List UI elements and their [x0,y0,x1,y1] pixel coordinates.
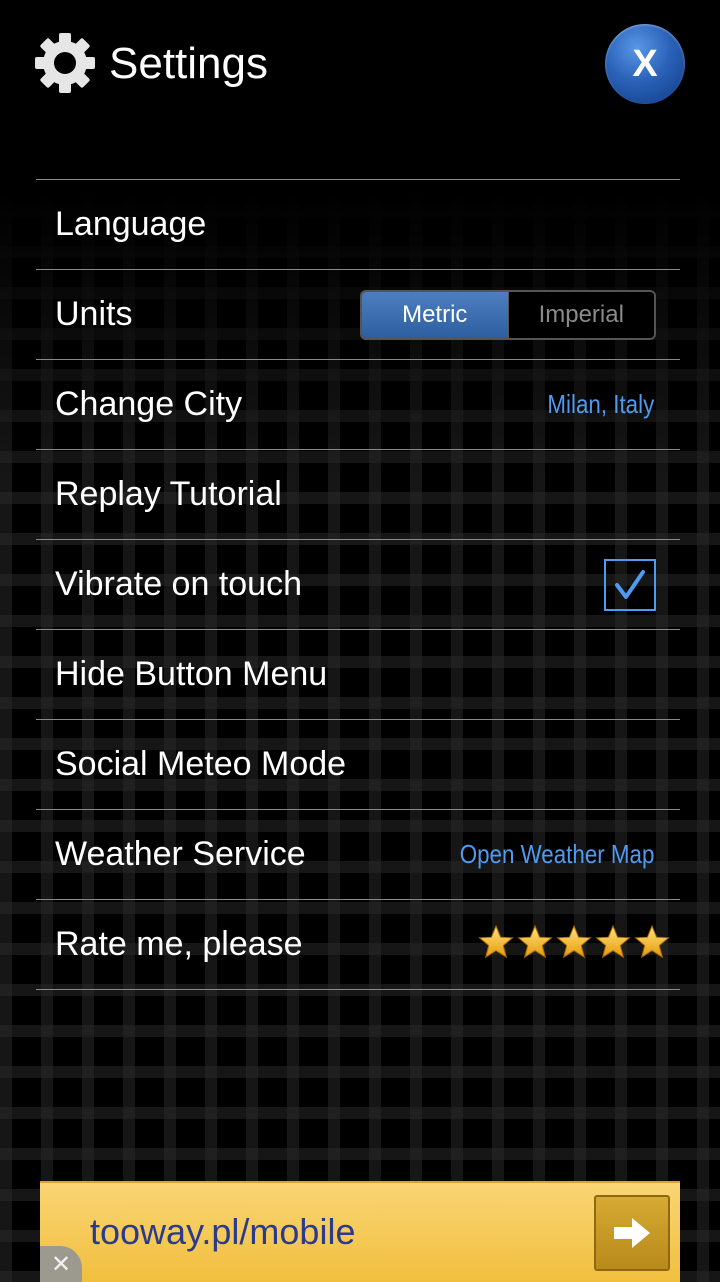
gear-icon [35,33,95,93]
ad-banner[interactable]: tooway.pl/mobile ✕ [40,1181,680,1282]
setting-label: Vibrate on touch [55,565,302,603]
star-icon[interactable] [517,924,553,960]
setting-units: Units Metric Imperial [36,270,680,360]
setting-label: Rate me, please [55,925,303,963]
setting-label: Social Meteo Mode [55,745,347,783]
setting-label: Language [55,205,207,243]
star-icon[interactable] [478,924,514,960]
star-icon[interactable] [556,924,592,960]
ad-link-text[interactable]: tooway.pl/mobile [90,1211,355,1253]
setting-rate[interactable]: Rate me, please [36,900,680,990]
setting-language[interactable]: Language [36,180,680,270]
units-metric-button[interactable]: Metric [362,292,510,338]
setting-label: Replay Tutorial [55,475,282,513]
star-icon[interactable] [595,924,631,960]
setting-social-meteo-mode[interactable]: Social Meteo Mode [36,720,680,810]
vibrate-checkbox[interactable] [604,559,656,611]
units-segmented-control: Metric Imperial [360,290,656,340]
page-title: Settings [109,39,268,88]
setting-hide-button-menu[interactable]: Hide Button Menu [36,630,680,720]
ad-arrow-button[interactable] [594,1195,670,1271]
setting-label: Weather Service [55,835,306,873]
setting-change-city[interactable]: Change City Milan, Italy [36,360,680,450]
weather-service-value: Open Weather Map [459,839,654,869]
close-button[interactable]: X [605,24,685,104]
rating-stars [478,924,670,960]
city-value: Milan, Italy [547,389,654,419]
setting-weather-service[interactable]: Weather Service Open Weather Map [36,810,680,900]
setting-label: Units [55,295,133,333]
star-icon[interactable] [634,924,670,960]
setting-label: Change City [55,385,243,423]
settings-list: Language Units Metric Imperial Change Ci… [36,179,680,990]
arrow-right-icon [614,1218,650,1248]
setting-vibrate: Vibrate on touch [36,540,680,630]
checkmark-icon [615,570,645,599]
setting-label: Hide Button Menu [55,655,328,693]
ad-close-button[interactable]: ✕ [40,1246,82,1282]
setting-replay-tutorial[interactable]: Replay Tutorial [36,450,680,540]
units-imperial-button[interactable]: Imperial [507,292,654,338]
header: Settings X [0,0,720,130]
